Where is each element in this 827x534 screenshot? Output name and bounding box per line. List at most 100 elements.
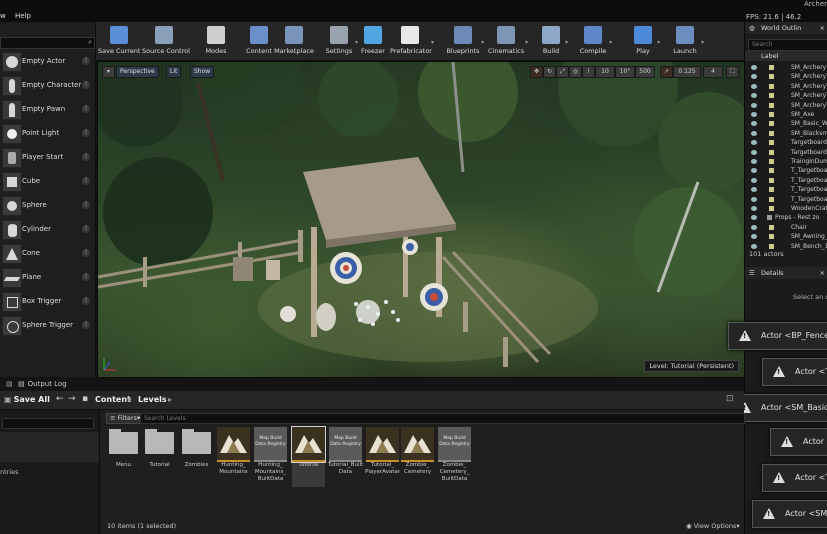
outliner-tab[interactable]: ◍ World Outlin ×: [745, 22, 827, 34]
outliner-row[interactable]: Targetboard: [745, 138, 827, 147]
place-item-cube[interactable]: Cube ?: [0, 170, 93, 193]
visibility-eye-icon[interactable]: [751, 121, 757, 127]
visibility-eye-icon[interactable]: [751, 74, 757, 80]
viewport-layout-value[interactable]: 4: [703, 66, 723, 78]
visibility-eye-icon[interactable]: [751, 65, 757, 70]
level-viewport[interactable]: ▾ Perspective Lit Show ✥ ↻ ⤢ ◎ ⌇ 10 10° …: [97, 61, 745, 378]
modes-button[interactable]: Modes: [200, 22, 232, 60]
place-item-plane[interactable]: Plane ?: [0, 266, 93, 289]
maximize-viewport-icon[interactable]: ⛶: [726, 66, 739, 78]
breadcrumb-content[interactable]: Content: [95, 395, 131, 404]
compile-button[interactable]: Compile ▾: [578, 22, 612, 60]
asset-builddata[interactable]: Map Build Data Registry Tutorial_Built Da…: [328, 427, 363, 487]
outliner-row[interactable]: T_Targetboar: [745, 176, 827, 185]
visibility-eye-icon[interactable]: [751, 112, 757, 117]
visibility-eye-icon[interactable]: [751, 140, 757, 146]
camera-speed-icon[interactable]: ↗: [660, 66, 673, 78]
close-icon[interactable]: ×: [820, 22, 825, 34]
outliner-row[interactable]: T_Targetboar: [745, 185, 827, 194]
outliner-row[interactable]: Targetboard2: [745, 148, 827, 157]
warning-notification[interactable]: Actor: [770, 428, 827, 456]
visibility-eye-icon[interactable]: [751, 224, 757, 230]
source-control-button[interactable]: Source Control: [142, 22, 190, 60]
outliner-row[interactable]: T_Targetboar: [745, 166, 827, 175]
help-icon[interactable]: ?: [82, 105, 90, 113]
visibility-eye-icon[interactable]: [751, 243, 757, 249]
place-item-sphere-trigger[interactable]: Sphere Trigger ?: [0, 314, 93, 337]
camera-speed-value[interactable]: 0.125: [673, 66, 701, 78]
view-options-button[interactable]: ◉ View Options▾: [686, 522, 740, 530]
folders-search-input[interactable]: [2, 418, 94, 429]
asset-search-input[interactable]: Search Levels: [140, 413, 745, 424]
transform-scale-icon[interactable]: ⤢: [556, 66, 569, 78]
cinematics-button[interactable]: Cinematics ▾: [488, 22, 528, 60]
freezer-button[interactable]: Freezer: [358, 22, 388, 60]
surface-snap-icon[interactable]: ⌇: [582, 66, 595, 78]
outliner-row[interactable]: Chair: [745, 223, 827, 232]
forward-arrow-icon[interactable]: →: [68, 394, 76, 404]
help-icon[interactable]: ?: [82, 201, 90, 209]
chevron-down-icon[interactable]: ▾: [525, 39, 528, 46]
help-icon[interactable]: ?: [82, 153, 90, 161]
asset-folder[interactable]: Zombies: [180, 427, 213, 487]
modes-search-input[interactable]: ⌕: [0, 37, 95, 49]
visibility-eye-icon[interactable]: [751, 102, 757, 108]
close-icon[interactable]: ×: [820, 267, 825, 279]
output-log-tab[interactable]: ▤ Output Log: [18, 378, 67, 391]
content-button[interactable]: Content: [244, 22, 274, 60]
help-icon[interactable]: ?: [82, 225, 90, 233]
visibility-eye-icon[interactable]: [751, 83, 757, 89]
place-item-empty-actor[interactable]: Empty Actor ?: [0, 50, 93, 73]
asset-folder[interactable]: Menu: [107, 427, 140, 487]
scale-snap-value[interactable]: 500: [635, 66, 655, 78]
place-item-player-start[interactable]: Player Start ?: [0, 146, 93, 169]
marketplace-button[interactable]: Marketplace: [274, 22, 314, 60]
transform-move-icon[interactable]: ✥: [530, 66, 543, 78]
transform-rotate-icon[interactable]: ↻: [543, 66, 556, 78]
grid-snap-value[interactable]: 10: [595, 66, 615, 78]
blueprints-button[interactable]: Blueprints ▾: [446, 22, 484, 60]
rotation-snap-value[interactable]: 10°: [615, 66, 635, 78]
visibility-eye-icon[interactable]: [751, 187, 757, 193]
menu-help[interactable]: Help: [15, 12, 31, 20]
visibility-eye-icon[interactable]: [751, 206, 757, 211]
world-space-icon[interactable]: ◎: [569, 66, 582, 78]
outliner-row[interactable]: SM_ArcheryT: [745, 101, 827, 110]
visibility-eye-icon[interactable]: [751, 130, 757, 136]
visibility-eye-icon[interactable]: [751, 93, 757, 99]
help-icon[interactable]: ?: [82, 129, 90, 137]
place-item-box-trigger[interactable]: Box Trigger ?: [0, 290, 93, 313]
help-icon[interactable]: ?: [82, 57, 90, 65]
place-item-sphere[interactable]: Sphere ?: [0, 194, 93, 217]
help-icon[interactable]: ?: [82, 249, 90, 257]
visibility-eye-icon[interactable]: [751, 177, 757, 183]
asset-builddata[interactable]: Map Build Data Registry Hunting_ Mountain…: [254, 427, 287, 487]
save-all-button[interactable]: ▣ Save All: [4, 395, 50, 404]
warning-notification[interactable]: Actor <T_T: [762, 358, 827, 386]
chevron-down-icon[interactable]: ▾: [609, 39, 612, 46]
chevron-down-icon[interactable]: ▾: [657, 39, 660, 46]
asset-map[interactable]: Tutorial_ PlayerAvatar: [365, 427, 400, 487]
place-item-cylinder[interactable]: Cylinder ?: [0, 218, 93, 241]
viewport-options-icon[interactable]: ▾: [102, 66, 115, 78]
place-item-cone[interactable]: Cone ?: [0, 242, 93, 265]
outliner-row[interactable]: SM_Basic_Wo: [745, 119, 827, 128]
visibility-eye-icon[interactable]: [751, 159, 757, 164]
outliner-search-input[interactable]: Search: [748, 39, 827, 51]
folder-icon[interactable]: ▪: [82, 394, 88, 404]
show-button[interactable]: Show: [190, 66, 215, 78]
breadcrumb-levels[interactable]: Levels: [138, 395, 167, 404]
outliner-row[interactable]: SM_ArcheryT: [745, 72, 827, 81]
settings-button[interactable]: Settings ▾: [324, 22, 358, 60]
visibility-eye-icon[interactable]: [751, 196, 757, 202]
asset-folder[interactable]: Tutorial: [143, 427, 176, 487]
folder-tree-row[interactable]: [0, 432, 99, 462]
lit-button[interactable]: Lit: [166, 66, 182, 78]
asset-map[interactable]: Tutorial: [291, 426, 326, 487]
asset-map[interactable]: Hunting_ Mountains: [217, 427, 250, 487]
outliner-row[interactable]: Props - Rest zo: [745, 213, 827, 222]
visibility-eye-icon[interactable]: [751, 215, 757, 221]
help-icon[interactable]: ?: [82, 177, 90, 185]
build-button[interactable]: Build ▾: [538, 22, 568, 60]
outliner-row[interactable]: SM_Awning_: [745, 232, 827, 241]
